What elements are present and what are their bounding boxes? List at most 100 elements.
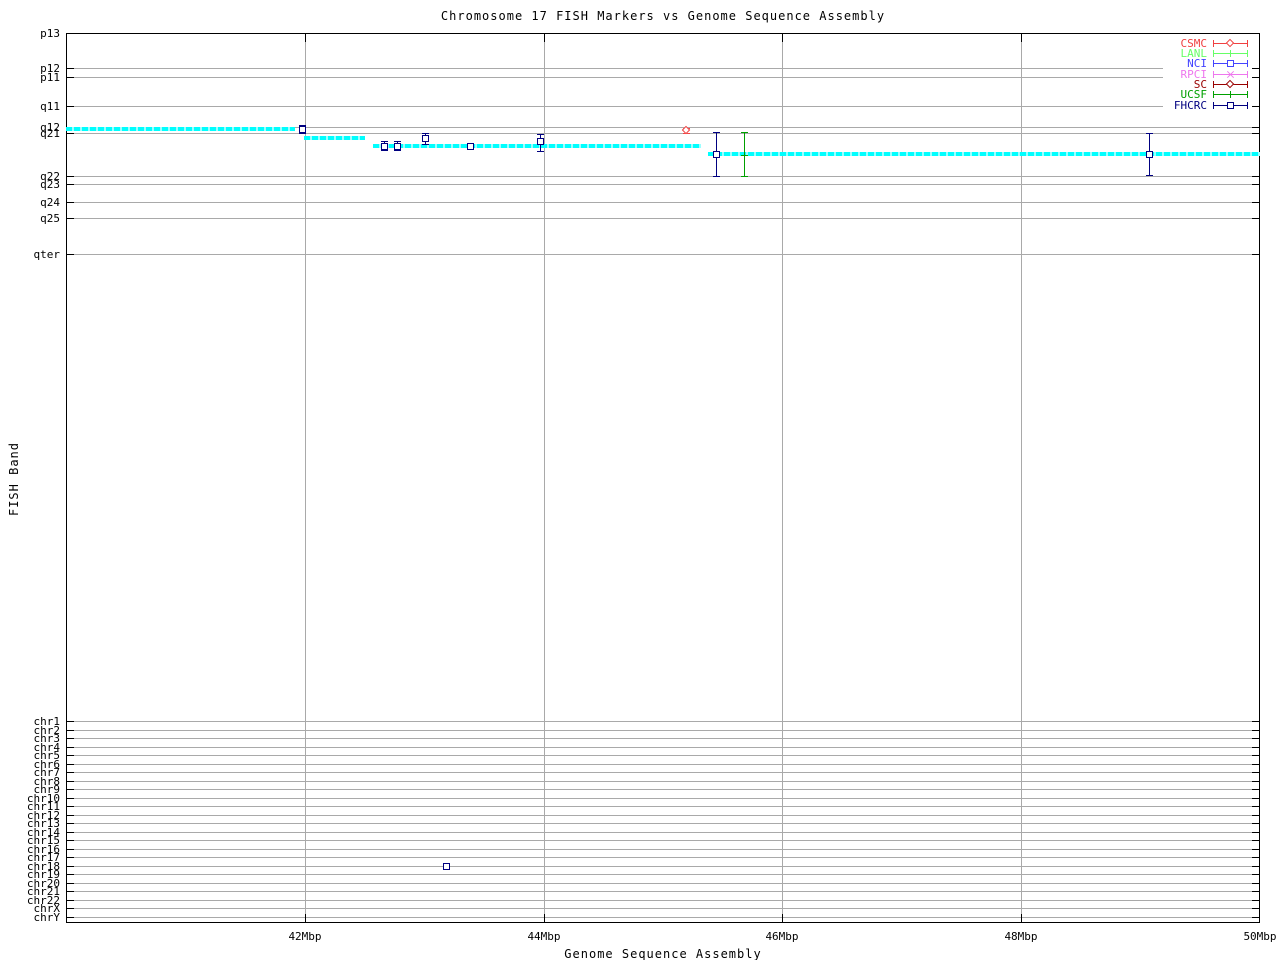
left-tick-chr14 xyxy=(67,832,74,833)
bottom-tick-42Mbp xyxy=(305,914,306,922)
left-tick-chr12 xyxy=(67,815,74,816)
marker-fhcrc-6-square-icon xyxy=(537,138,544,145)
assembly-segment-2 xyxy=(304,136,365,140)
right-tick-chr2 xyxy=(1252,730,1259,731)
left-tick-chrY xyxy=(67,917,74,918)
assembly-segment-1 xyxy=(66,127,295,131)
legend-sample-capR-CSMC xyxy=(1247,40,1248,47)
legend-sample-capL-NCI xyxy=(1213,60,1214,67)
x-tick-label-48Mbp: 48Mbp xyxy=(1004,930,1038,943)
marker-fhcrc-6-errorbar-cap-bottom xyxy=(537,151,544,152)
right-tick-chr8 xyxy=(1252,781,1259,782)
plot-border xyxy=(66,33,1260,923)
x-tick-label-42Mbp: 42Mbp xyxy=(288,930,322,943)
marker-fhcrc-4-errorbar-cap-top xyxy=(422,133,429,134)
legend-marker-FHCRC-square-icon xyxy=(1227,102,1234,109)
left-tick-chr7 xyxy=(67,772,74,773)
left-tick-q11 xyxy=(67,106,74,107)
right-tick-chr19 xyxy=(1252,874,1259,875)
left-tick-chr9 xyxy=(67,789,74,790)
left-tick-q25 xyxy=(67,218,74,219)
x-tick-label-50Mbp: 50Mbp xyxy=(1243,930,1277,943)
right-tick-p13 xyxy=(1252,33,1259,34)
right-tick-chr20 xyxy=(1252,883,1259,884)
y-tick-label-p11: p11 xyxy=(40,71,60,84)
marker-fhcrc-10-errorbar-cap-bottom xyxy=(1146,175,1153,176)
marker-ucsf-9-errorbar-cap-bottom xyxy=(741,176,748,177)
left-tick-chr18 xyxy=(67,866,74,867)
right-tick-chr13 xyxy=(1252,823,1259,824)
right-tick-qter xyxy=(1252,254,1259,255)
legend-sample-capR-LANL xyxy=(1247,50,1248,57)
right-tick-chr9 xyxy=(1252,789,1259,790)
left-tick-chr11 xyxy=(67,806,74,807)
legend-sample-capL-SC xyxy=(1213,81,1214,88)
marker-ucsf-9-errorbar xyxy=(744,132,745,176)
bottom-tick-48Mbp xyxy=(1021,914,1022,922)
y-tick-label-q24: q24 xyxy=(40,196,60,209)
left-tick-q23 xyxy=(67,184,74,185)
x-axis-title: Genome Sequence Assembly xyxy=(564,947,762,960)
legend-sample-capR-UCSF xyxy=(1247,91,1248,98)
right-tick-q24 xyxy=(1252,202,1259,203)
marker-fhcrc-2-errorbar-cap-top xyxy=(381,141,388,142)
left-tick-chr20 xyxy=(67,883,74,884)
right-tick-chr3 xyxy=(1252,738,1259,739)
right-tick-chr5 xyxy=(1252,755,1259,756)
y-tick-label-q23: q23 xyxy=(40,178,60,191)
marker-fhcrc-2-errorbar-cap-bottom xyxy=(381,150,388,151)
legend-marker-LANL-tick-icon xyxy=(1230,50,1231,57)
right-tick-chr18 xyxy=(1252,866,1259,867)
right-tick-chr21 xyxy=(1252,891,1259,892)
left-tick-chr3 xyxy=(67,738,74,739)
legend-sample-capR-NCI xyxy=(1247,60,1248,67)
assembly-segment-4 xyxy=(708,152,1260,156)
left-tick-p11 xyxy=(67,77,74,78)
y-tick-label-q25: q25 xyxy=(40,212,60,225)
left-tick-q22 xyxy=(67,176,74,177)
y-tick-label-qter: qter xyxy=(33,248,61,261)
legend-sample-capL-CSMC xyxy=(1213,40,1214,47)
right-tick-chr17 xyxy=(1252,857,1259,858)
right-tick-q21 xyxy=(1252,133,1259,134)
right-tick-q12 xyxy=(1252,127,1259,128)
left-tick-chr8 xyxy=(67,781,74,782)
left-tick-p12 xyxy=(67,68,74,69)
left-tick-chr10 xyxy=(67,798,74,799)
left-tick-chrX xyxy=(67,908,74,909)
right-tick-chr12 xyxy=(1252,815,1259,816)
marker-fhcrc-1-errorbar-cap-bottom xyxy=(299,133,306,134)
right-tick-chr10 xyxy=(1252,798,1259,799)
top-tick-42Mbp xyxy=(305,34,306,42)
y-tick-label-q21: q21 xyxy=(40,127,60,140)
y-tick-label-p13: p13 xyxy=(40,27,60,40)
right-tick-chr11 xyxy=(1252,806,1259,807)
left-tick-chr4 xyxy=(67,747,74,748)
chart-screen: Chromosome 17 FISH Markers vs Genome Seq… xyxy=(0,0,1280,960)
y-tick-label-chrY: chrY xyxy=(33,911,61,924)
left-tick-qter xyxy=(67,254,74,255)
left-tick-q24 xyxy=(67,202,74,203)
legend-sample-capR-FHCRC xyxy=(1247,102,1248,109)
marker-fhcrc-8-errorbar-cap-bottom xyxy=(713,176,720,177)
marker-fhcrc-3-errorbar-cap-top xyxy=(394,141,401,142)
right-tick-chr16 xyxy=(1252,849,1259,850)
left-tick-q21 xyxy=(67,133,74,134)
left-tick-chr15 xyxy=(67,840,74,841)
top-tick-48Mbp xyxy=(1021,34,1022,42)
marker-fhcrc-3-square-icon xyxy=(394,143,401,150)
chart-title: Chromosome 17 FISH Markers vs Genome Seq… xyxy=(440,9,886,23)
marker-fhcrc-6-errorbar-cap-top xyxy=(537,134,544,135)
marker-fhcrc-11-square-icon xyxy=(443,863,450,870)
right-tick-chr4 xyxy=(1252,747,1259,748)
right-tick-q22 xyxy=(1252,176,1259,177)
legend-sample-capL-FHCRC xyxy=(1213,102,1214,109)
right-tick-chr6 xyxy=(1252,764,1259,765)
right-tick-chr1 xyxy=(1252,721,1259,722)
left-tick-chr17 xyxy=(67,857,74,858)
legend-sample-capR-RPCI xyxy=(1247,71,1248,78)
legend-sample-capL-RPCI xyxy=(1213,71,1214,78)
top-tick-46Mbp xyxy=(782,34,783,42)
right-tick-chr22 xyxy=(1252,900,1259,901)
x-tick-label-46Mbp: 46Mbp xyxy=(765,930,799,943)
